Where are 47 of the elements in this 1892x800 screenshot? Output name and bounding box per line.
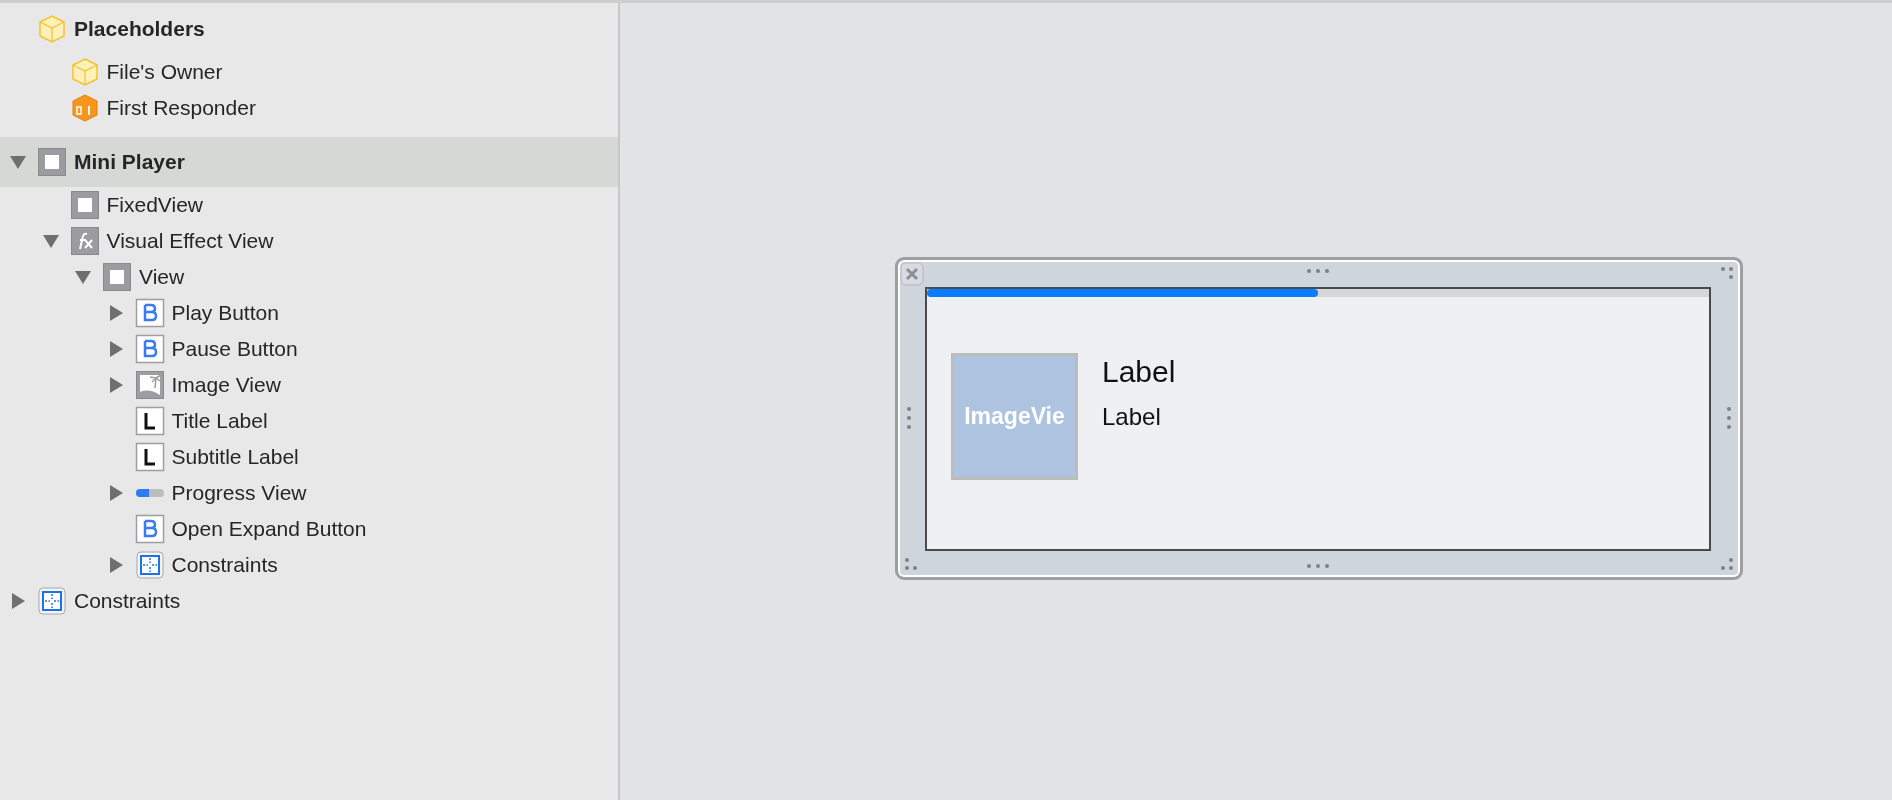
outline-item[interactable]: File's Owner bbox=[106, 60, 223, 84]
constraints-icon bbox=[37, 586, 67, 616]
collapse-triangle-icon[interactable] bbox=[9, 153, 27, 171]
image-view: ImageVie bbox=[951, 353, 1078, 480]
view-icon bbox=[69, 190, 100, 220]
title-label: Label bbox=[1102, 355, 1176, 389]
button-icon bbox=[134, 298, 165, 328]
outline-item[interactable]: FixedView bbox=[106, 193, 203, 217]
outline-item[interactable]: Placeholders bbox=[74, 17, 205, 41]
effect-icon bbox=[69, 226, 100, 256]
outline-item[interactable]: First Responder bbox=[106, 96, 256, 120]
image-icon bbox=[134, 370, 165, 400]
outline-item[interactable]: Constraints bbox=[171, 553, 278, 577]
progress-icon bbox=[134, 488, 165, 498]
subtitle-label: Label bbox=[1102, 403, 1161, 431]
collapse-triangle-icon[interactable] bbox=[41, 232, 60, 250]
collapse-triangle-icon[interactable] bbox=[74, 268, 92, 286]
resize-handle-icon[interactable] bbox=[1306, 268, 1330, 274]
button-icon bbox=[134, 334, 165, 364]
outline-item[interactable]: Image View bbox=[171, 373, 281, 397]
outline-item[interactable]: Play Button bbox=[171, 301, 279, 325]
resize-handle-icon[interactable] bbox=[906, 406, 912, 430]
outline-item[interactable]: Mini Player bbox=[74, 150, 185, 174]
resize-handle-icon[interactable] bbox=[1306, 563, 1330, 569]
placeholder-icon bbox=[69, 57, 100, 87]
resize-handle-icon[interactable] bbox=[1720, 557, 1734, 571]
outline-item[interactable]: Pause Button bbox=[171, 337, 298, 361]
constraints-icon bbox=[134, 550, 165, 580]
outline-item[interactable]: Progress View bbox=[171, 481, 307, 505]
outline-item[interactable]: Subtitle Label bbox=[171, 445, 299, 469]
close-icon[interactable] bbox=[900, 262, 924, 286]
button-icon bbox=[134, 514, 165, 544]
label-icon bbox=[134, 442, 165, 472]
expand-triangle-icon[interactable] bbox=[9, 592, 27, 610]
outline-item[interactable]: View bbox=[139, 265, 185, 289]
placeholder-icon bbox=[37, 14, 67, 44]
resize-handle-icon[interactable] bbox=[904, 557, 918, 571]
outline-item[interactable]: Constraints bbox=[74, 589, 181, 613]
outline-item[interactable]: Title Label bbox=[171, 409, 268, 433]
outline-item[interactable]: Visual Effect View bbox=[106, 229, 274, 253]
view-icon bbox=[37, 147, 67, 177]
resize-handle-icon[interactable] bbox=[1726, 406, 1732, 430]
view-icon bbox=[102, 262, 132, 292]
resize-handle-icon[interactable] bbox=[1720, 266, 1734, 280]
responder-icon bbox=[69, 93, 100, 123]
outline-item[interactable]: Open Expand Button bbox=[171, 517, 367, 541]
label-icon bbox=[134, 406, 165, 436]
